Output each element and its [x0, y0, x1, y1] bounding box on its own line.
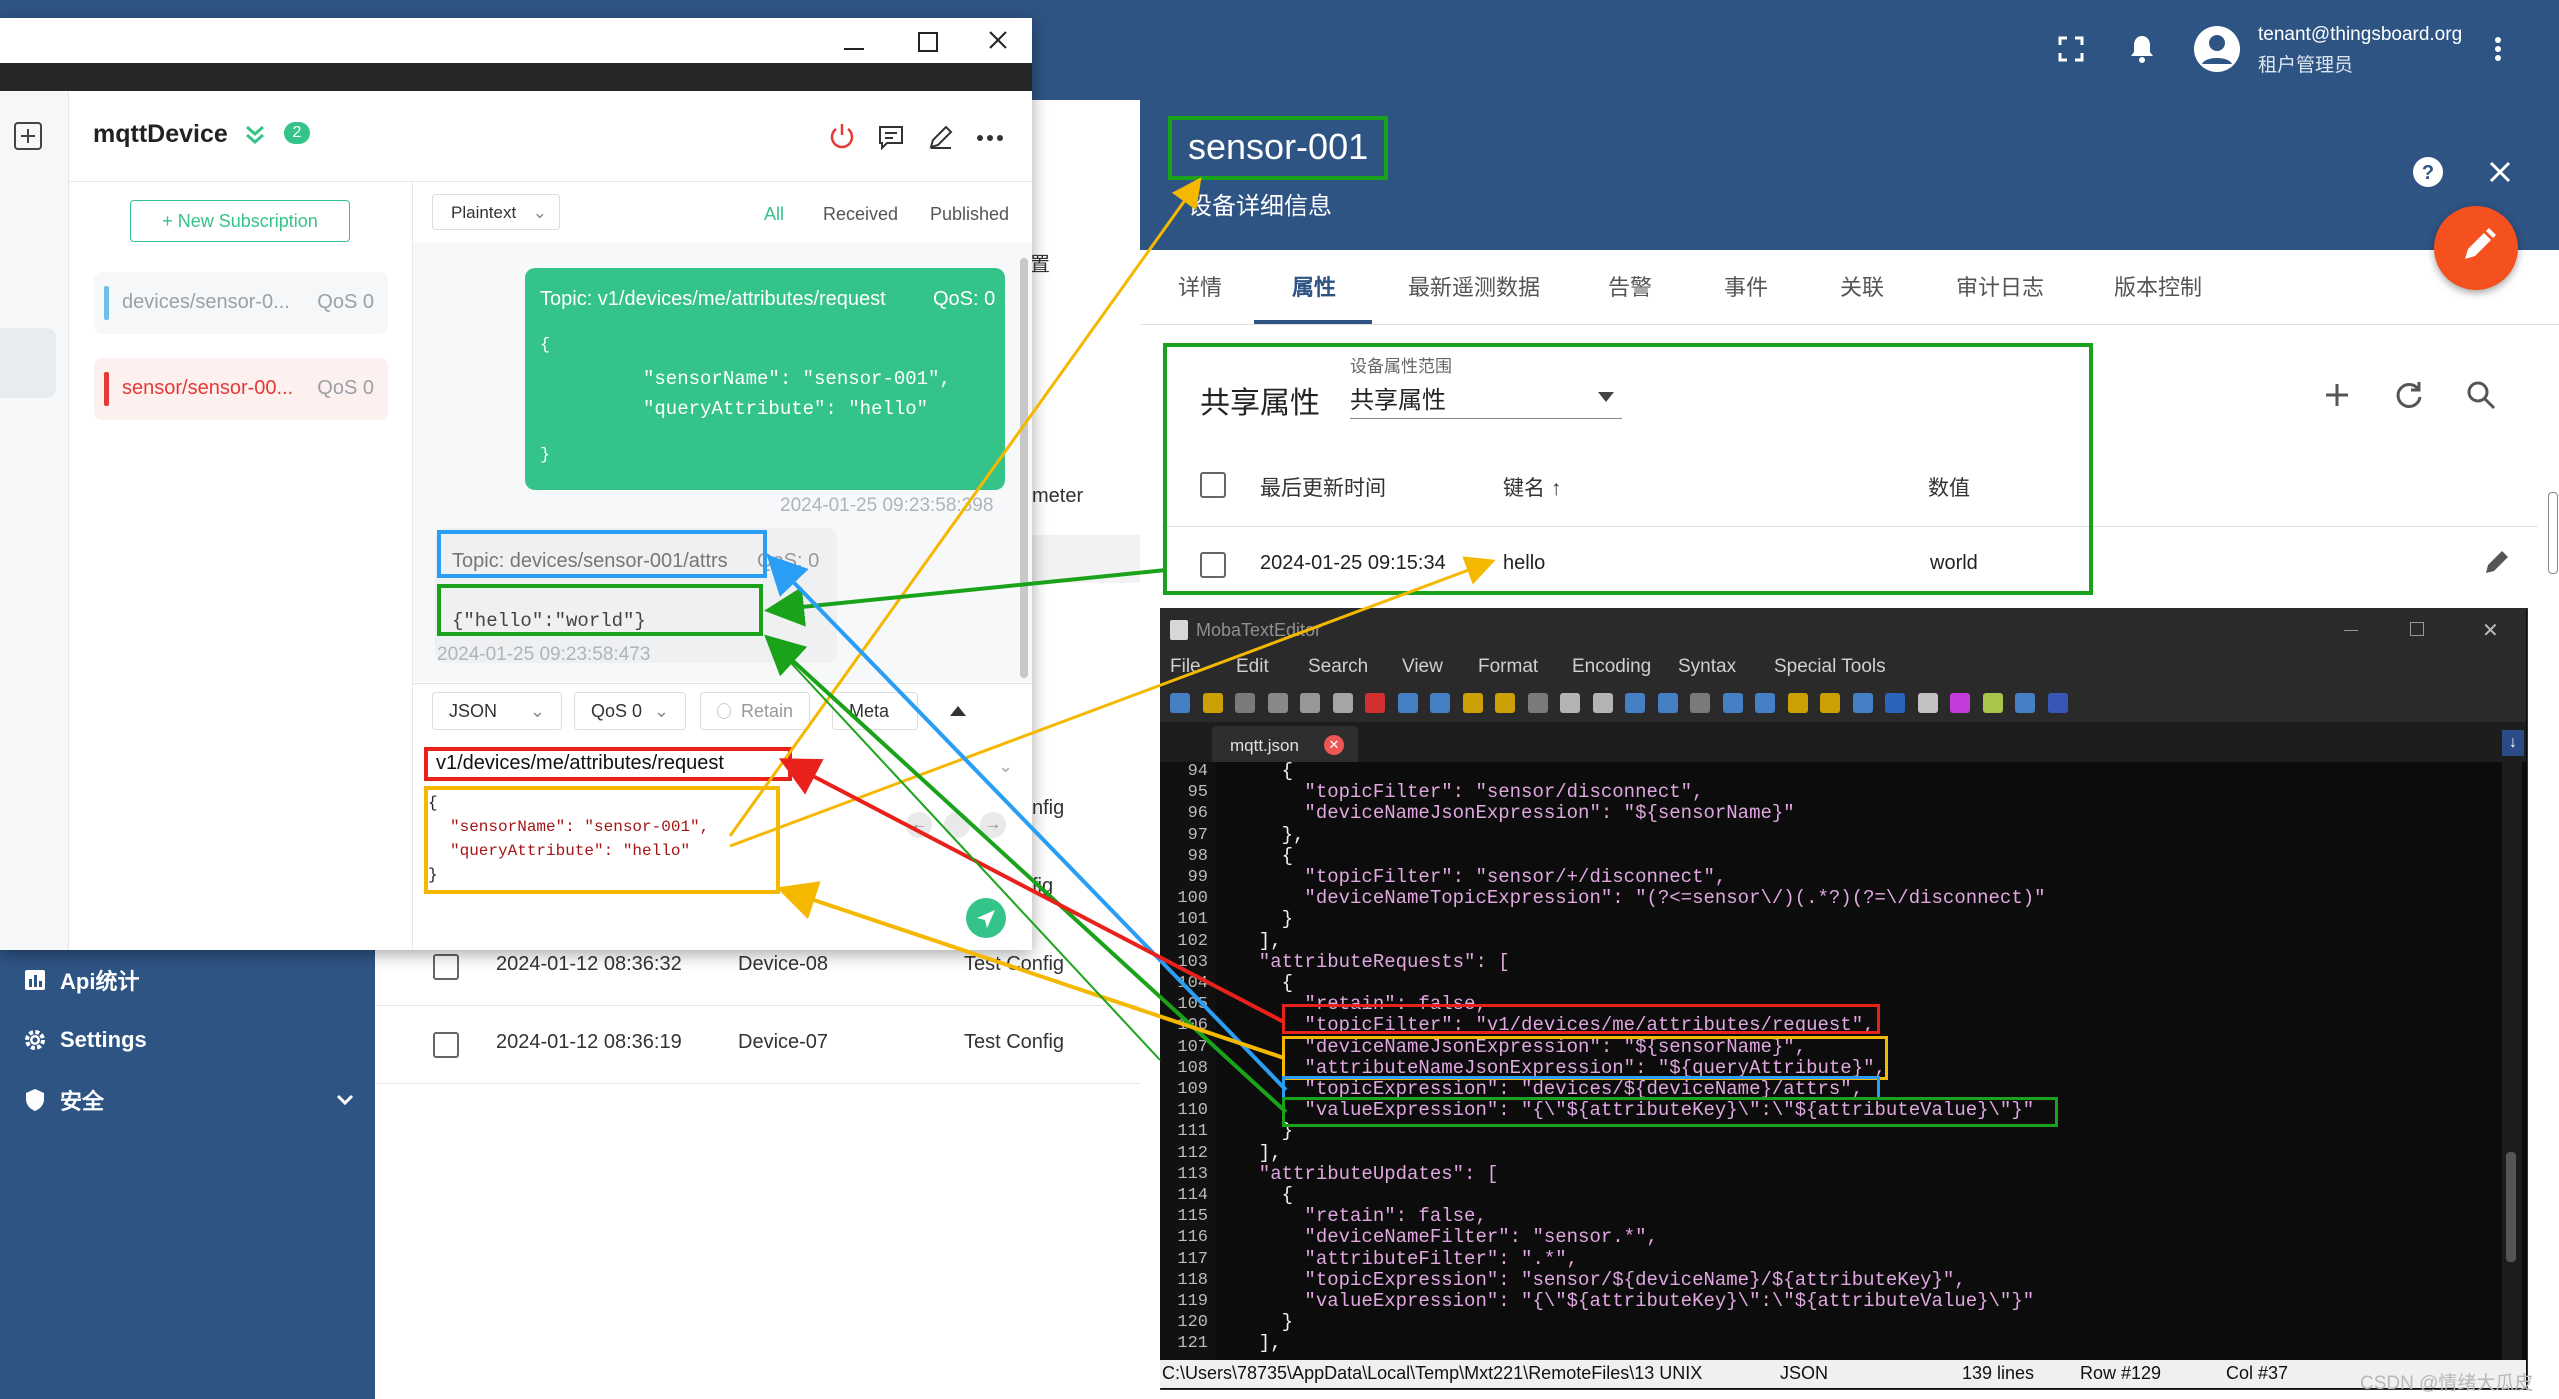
arrow-green-value-expr [764, 634, 1288, 1114]
arrow-green-title [765, 635, 1161, 1061]
annotation-arrows [728, 177, 1496, 1114]
arrow-green-world [764, 568, 1167, 627]
arrow-red-topic-filter [778, 758, 1285, 1024]
arrow-yellow-title [728, 177, 1202, 837]
arrow-yellow-payload [776, 881, 1285, 1060]
arrow-blue-topic-expr [766, 554, 1288, 1092]
